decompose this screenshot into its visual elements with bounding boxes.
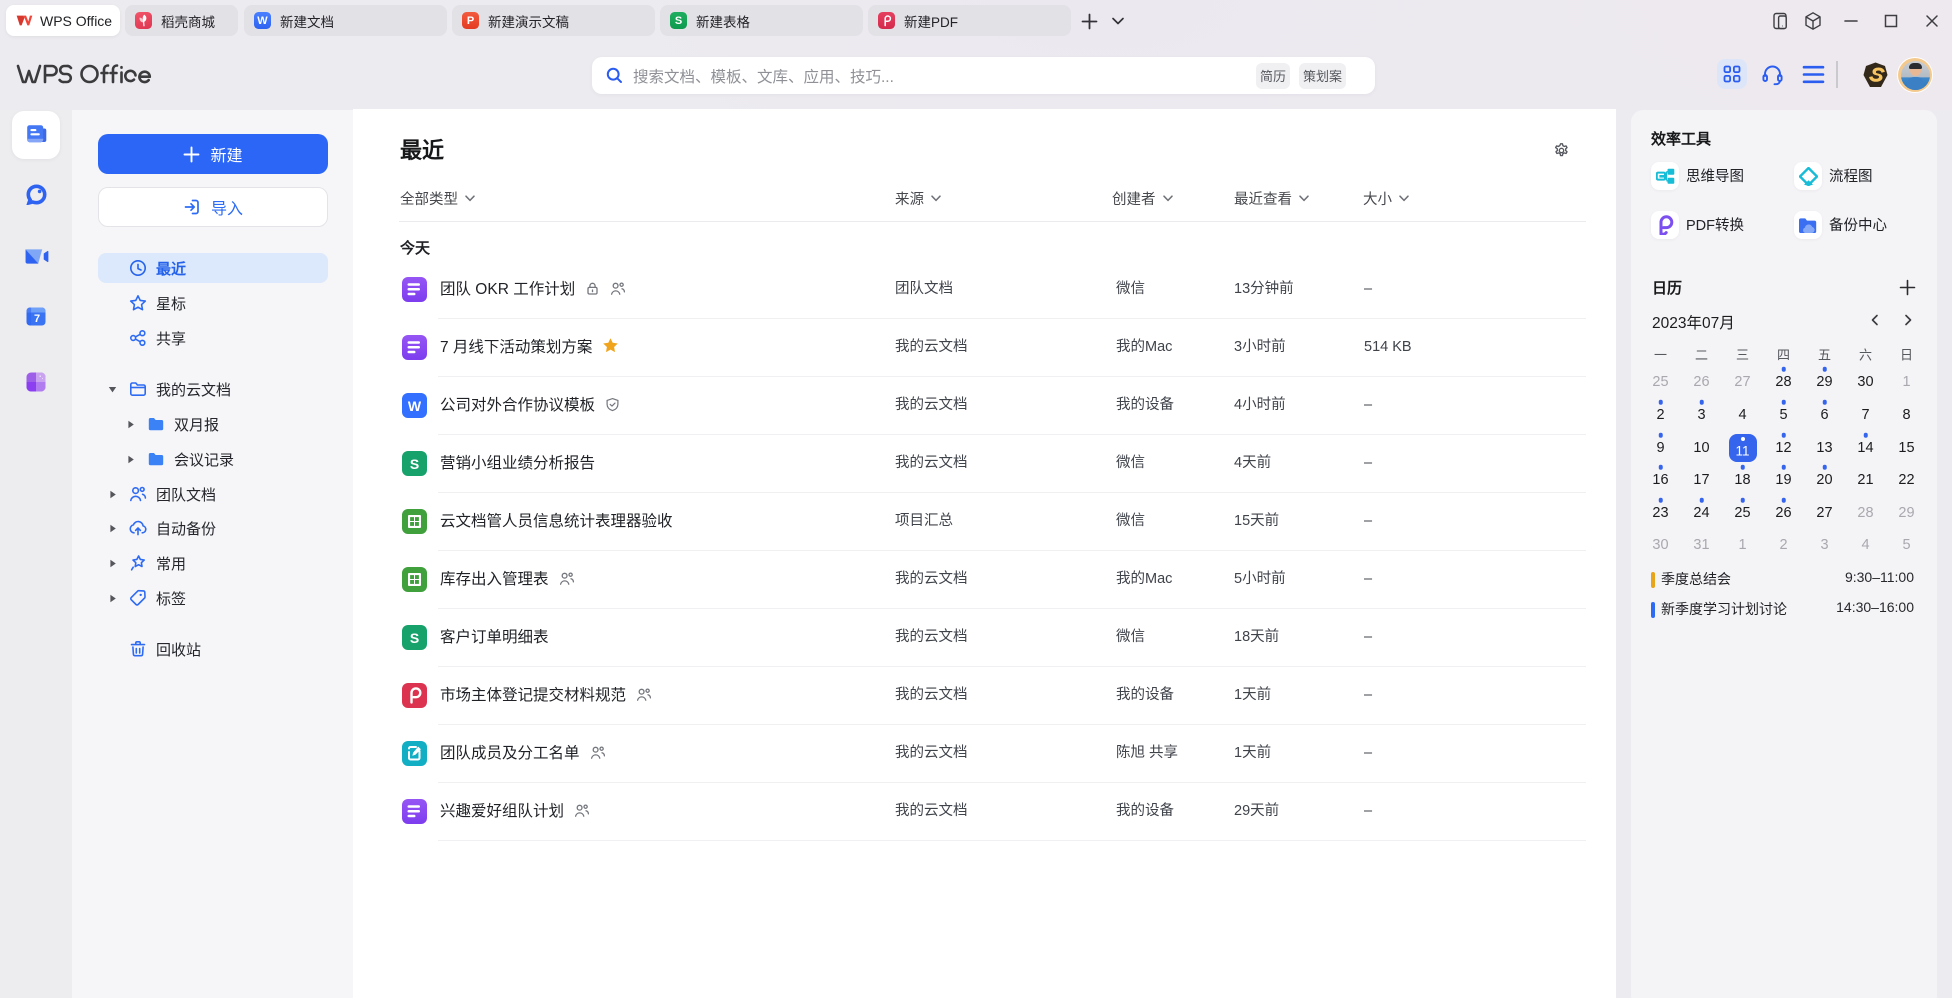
svg-text:7: 7: [34, 313, 40, 325]
svg-text:S: S: [410, 630, 419, 646]
svg-text:S: S: [410, 456, 419, 472]
svg-text:W: W: [408, 398, 422, 414]
